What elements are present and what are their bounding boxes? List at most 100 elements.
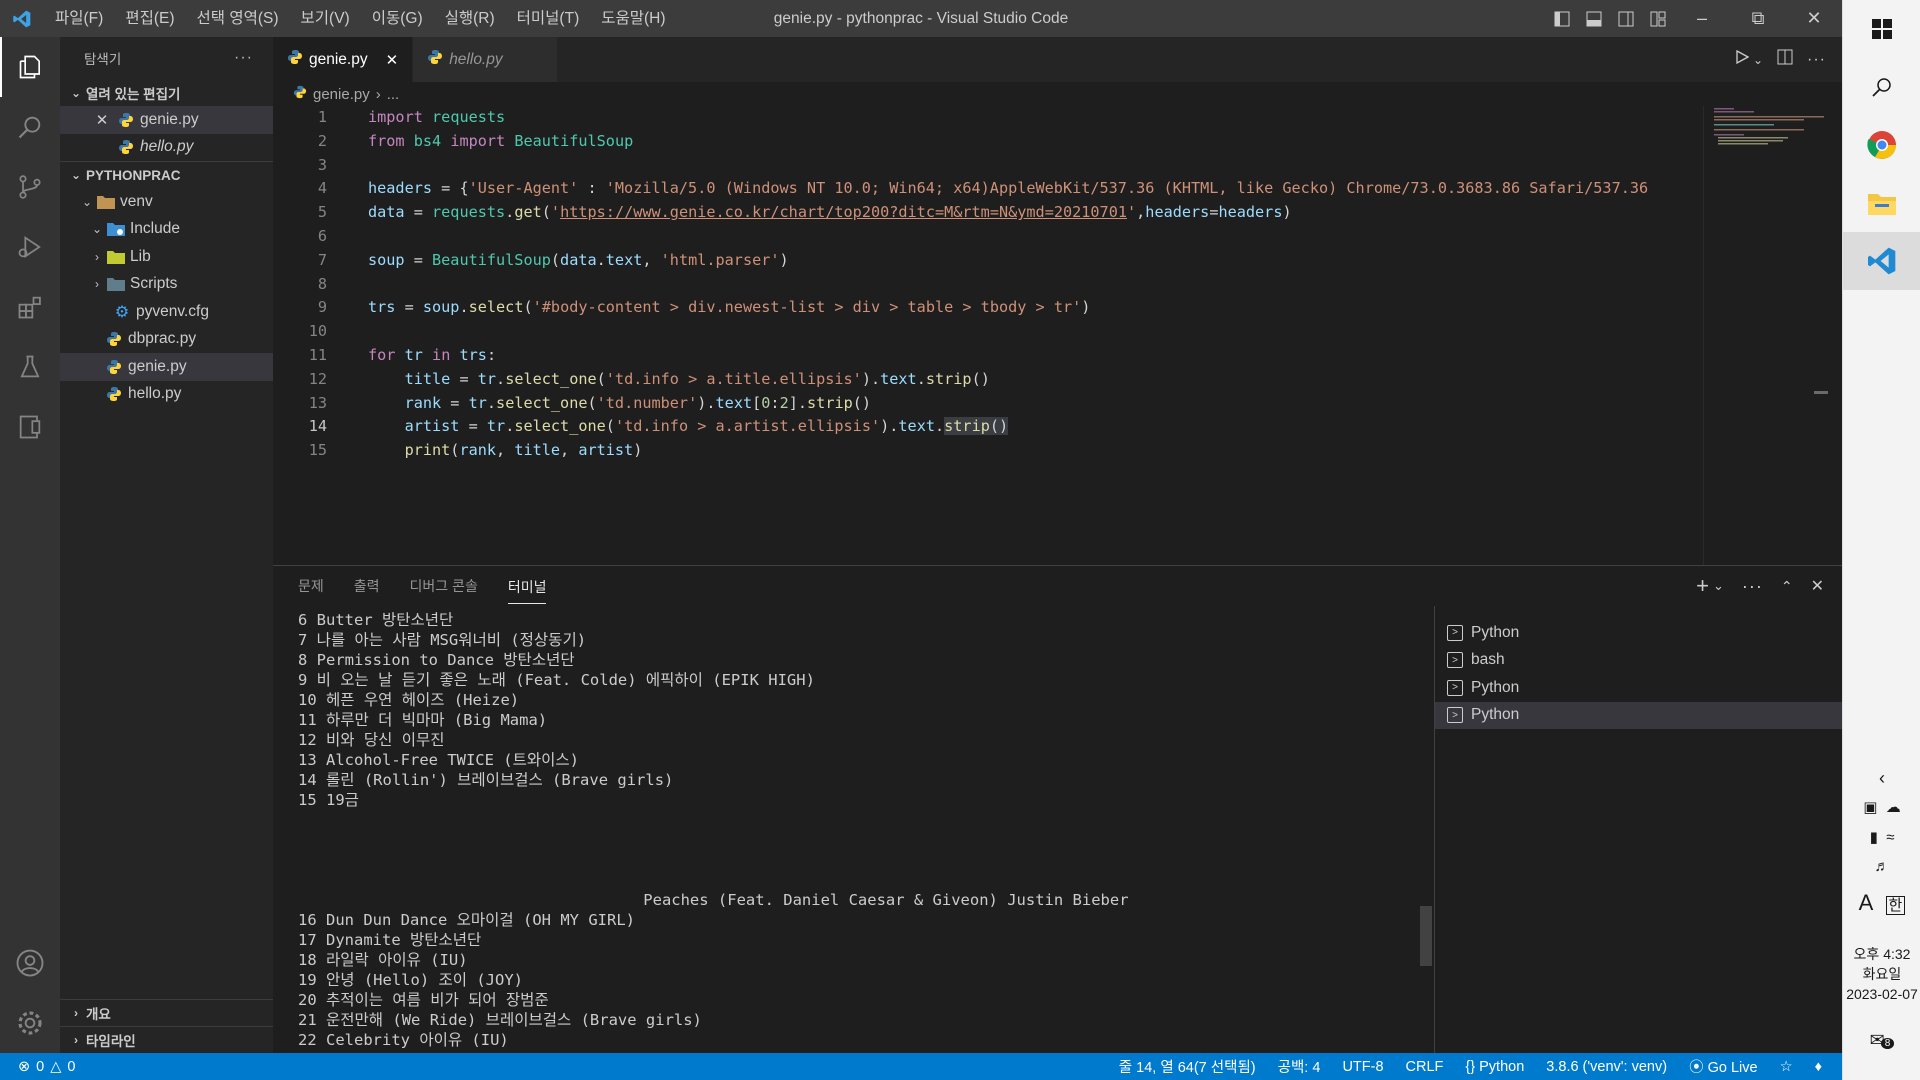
terminal-output[interactable]: 6 Butter 방탄소년단 7 나를 아는 사람 MSG워너비 (정상동기) …	[298, 610, 1398, 1050]
run-python-icon[interactable]	[1735, 49, 1750, 69]
python-interpreter[interactable]: 3.8.6 ('venv': venv)	[1546, 1059, 1667, 1075]
account-icon[interactable]	[0, 933, 60, 993]
open-editors-header[interactable]: ⌄ 열려 있는 편집기	[60, 79, 273, 106]
minimap[interactable]	[1703, 106, 1828, 565]
line-ending[interactable]: CRLF	[1406, 1059, 1444, 1075]
outline-header[interactable]: › 개요	[60, 999, 273, 1026]
indentation[interactable]: 공백: 4	[1278, 1056, 1321, 1077]
notification-center-icon[interactable]: ✉8	[1843, 1030, 1920, 1051]
battery-icon[interactable]: ▮	[1870, 829, 1878, 846]
toggle-sidebar-icon[interactable]	[1546, 0, 1578, 37]
problems-status[interactable]: ⊗ 0 △ 0	[0, 1059, 75, 1075]
ime-indicator[interactable]: 한	[1885, 896, 1906, 915]
timeline-header[interactable]: › 타임라인	[60, 1026, 273, 1053]
explorer-icon[interactable]	[0, 37, 60, 97]
code-editor[interactable]: 1 import requests 2 from bs4 import Beauti…	[273, 106, 1703, 463]
menu-terminal[interactable]: 터미널(T)	[506, 0, 591, 37]
manage-gear-icon[interactable]	[0, 993, 60, 1053]
close-panel-icon[interactable]: ✕	[1811, 576, 1824, 596]
chrome-icon[interactable]	[1843, 116, 1920, 174]
tree-item-dbprac[interactable]: dbprac.py	[60, 326, 273, 354]
terminal-item[interactable]: > Python	[1435, 701, 1842, 729]
tree-item-scripts[interactable]: › Scripts	[60, 271, 273, 299]
terminal-item[interactable]: > Python	[1435, 619, 1842, 647]
chevron-down-icon[interactable]: ⌄	[1753, 53, 1763, 67]
terminal-item[interactable]: > Python	[1435, 674, 1842, 702]
restore-icon[interactable]: ⧉	[1730, 0, 1786, 37]
taskbar-search-icon[interactable]	[1843, 58, 1920, 116]
toggle-panel-icon[interactable]	[1578, 0, 1610, 37]
breadcrumb-symbol[interactable]: ...	[387, 86, 400, 103]
tree-item-pyvenv[interactable]: ⚙ pyvenv.cfg	[60, 298, 273, 326]
tree-item-hello[interactable]: hello.py	[60, 381, 273, 409]
wifi-icon[interactable]: ≈	[1886, 829, 1894, 846]
open-editor-item-hello[interactable]: hello.py	[60, 134, 273, 162]
encoding[interactable]: UTF-8	[1342, 1059, 1383, 1075]
new-terminal-icon[interactable]: +	[1696, 573, 1709, 599]
cursor-position[interactable]: 줄 14, 열 64(7 선택됨)	[1119, 1056, 1256, 1077]
chevron-down-icon[interactable]: ⌄	[1713, 578, 1724, 594]
code-line: 13 rank = tr.select_one('td.number').tex…	[308, 393, 872, 412]
minimize-icon[interactable]: –	[1674, 0, 1730, 37]
more-actions-icon[interactable]: ···	[1742, 576, 1763, 597]
feedback-icon[interactable]: ☆	[1780, 1059, 1793, 1075]
tree-item-venv[interactable]: ⌄ venv	[60, 188, 273, 216]
close-tab-icon[interactable]: ✕	[386, 51, 399, 69]
tab-genie[interactable]: genie.py ✕	[273, 37, 414, 82]
editor-tabs: genie.py ✕ hello.py ⌄ ···	[273, 37, 1842, 82]
search-icon[interactable]	[0, 97, 60, 157]
extensions-icon[interactable]	[0, 277, 60, 337]
tab-terminal[interactable]: 터미널	[507, 577, 547, 604]
more-actions-icon[interactable]: ···	[1807, 51, 1826, 69]
tray-chevron-icon[interactable]: ‹	[1843, 768, 1920, 789]
terminal-item[interactable]: > bash	[1435, 647, 1842, 675]
more-actions-icon[interactable]: ···	[234, 49, 253, 67]
tab-hello[interactable]: hello.py	[413, 37, 558, 82]
open-editor-item-genie[interactable]: ✕ genie.py	[60, 106, 273, 134]
code-line: 10	[308, 322, 327, 341]
file-explorer-icon[interactable]	[1843, 174, 1920, 232]
meet-icon[interactable]: ▣	[1863, 799, 1877, 816]
source-control-icon[interactable]	[0, 157, 60, 217]
windows-start-icon[interactable]	[1843, 0, 1920, 58]
tab-problems[interactable]: 문제	[298, 576, 324, 596]
tab-debug-console[interactable]: 디버그 콘솔	[410, 576, 478, 596]
remote-explorer-icon[interactable]	[0, 397, 60, 457]
split-editor-icon[interactable]	[1777, 49, 1793, 70]
workspace-header[interactable]: ⌄ PYTHONPRAC	[60, 161, 273, 188]
editor-scrollbar[interactable]	[1814, 391, 1828, 394]
close-icon[interactable]: ✕	[92, 110, 112, 130]
clock[interactable]: 오후 4:32 화요일 2023-02-07	[1843, 944, 1920, 1004]
vscode-taskbar-icon[interactable]	[1843, 232, 1920, 290]
menu-help[interactable]: 도움말(H)	[590, 0, 676, 37]
menu-edit[interactable]: 편집(E)	[114, 0, 185, 37]
font-a-icon[interactable]: A	[1859, 890, 1874, 915]
tree-item-include[interactable]: ⌄ Include	[60, 216, 273, 244]
breadcrumb-file[interactable]: genie.py	[313, 86, 370, 103]
run-debug-icon[interactable]	[0, 217, 60, 277]
tab-output[interactable]: 출력	[354, 576, 380, 596]
menu-selection[interactable]: 선택 영역(S)	[186, 0, 290, 37]
tree-item-genie[interactable]: genie.py	[60, 353, 273, 381]
volume-icon[interactable]: ♬	[1843, 858, 1920, 875]
error-count: 0	[36, 1058, 45, 1075]
tree-item-lib[interactable]: › Lib	[60, 243, 273, 271]
maximize-panel-icon[interactable]: ⌃	[1781, 578, 1793, 595]
code-line: 8	[317, 274, 327, 293]
close-window-icon[interactable]: ✕	[1786, 0, 1842, 37]
language-mode[interactable]: {} Python	[1465, 1059, 1524, 1075]
toggle-secondary-sidebar-icon[interactable]	[1610, 0, 1642, 37]
go-live-button[interactable]: ⦿ Go Live	[1689, 1056, 1758, 1077]
onedrive-cloud-icon[interactable]: ☁	[1886, 799, 1901, 816]
testing-icon[interactable]	[0, 337, 60, 397]
customize-layout-icon[interactable]	[1642, 0, 1674, 37]
code-line: 5 data = requests.get('https://www.genie.…	[317, 203, 1292, 222]
notifications-bell-icon[interactable]: ♦	[1815, 1059, 1822, 1075]
terminal-scrollbar[interactable]	[1420, 906, 1432, 966]
menu-view[interactable]: 보기(V)	[290, 0, 361, 37]
chevron-right-icon: ›	[74, 1033, 78, 1047]
menu-run[interactable]: 실행(R)	[434, 0, 506, 37]
menu-file[interactable]: 파일(F)	[44, 0, 114, 37]
menu-go[interactable]: 이동(G)	[361, 0, 434, 37]
